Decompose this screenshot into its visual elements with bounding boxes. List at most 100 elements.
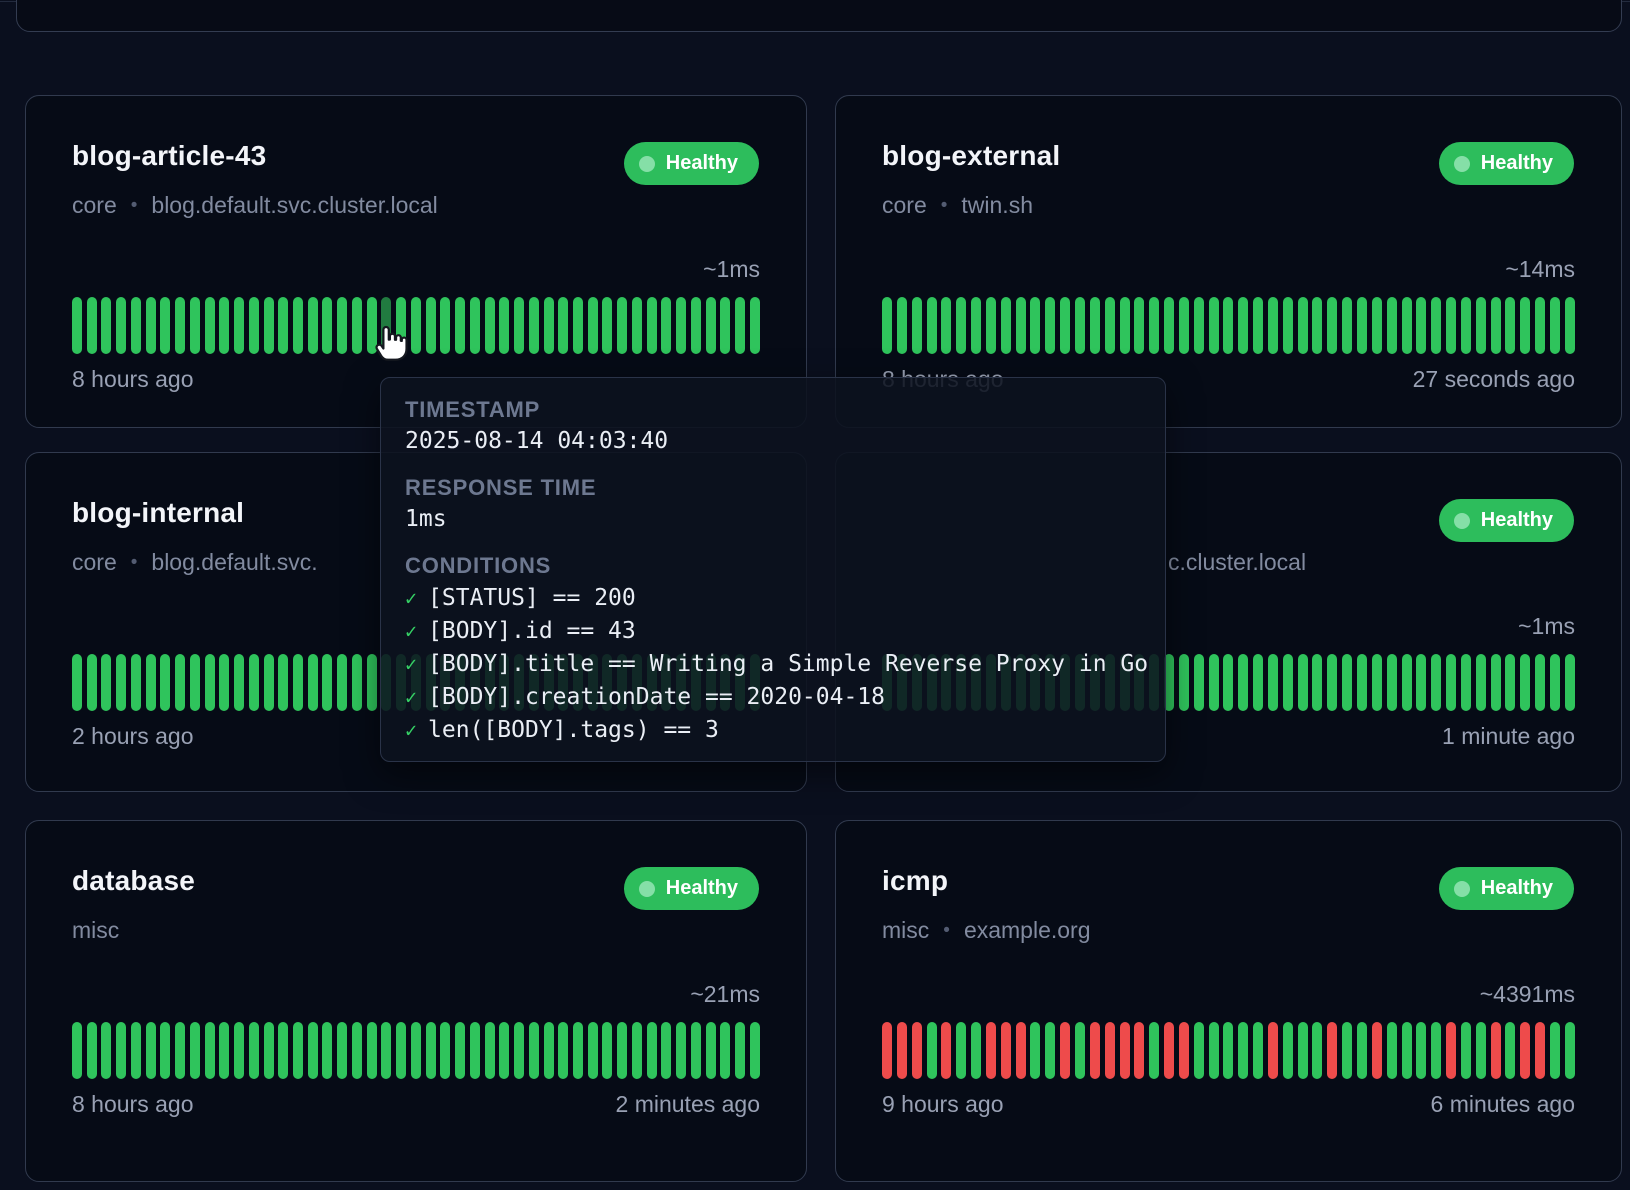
history-bar[interactable]	[308, 654, 318, 711]
history-bar[interactable]	[1060, 297, 1070, 354]
history-bar[interactable]	[455, 297, 465, 354]
history-bar[interactable]	[1045, 297, 1055, 354]
history-bar[interactable]	[1194, 1022, 1204, 1079]
history-bar[interactable]	[160, 654, 170, 711]
history-bar[interactable]	[735, 1022, 745, 1079]
history-bar[interactable]	[322, 1022, 332, 1079]
history-bar[interactable]	[1357, 1022, 1367, 1079]
history-bar[interactable]	[1268, 654, 1278, 711]
history-bar[interactable]	[308, 1022, 318, 1079]
history-bar[interactable]	[1268, 297, 1278, 354]
history-bar[interactable]	[1268, 1022, 1278, 1079]
history-bar[interactable]	[440, 1022, 450, 1079]
history-bar[interactable]	[293, 297, 303, 354]
history-bar[interactable]	[101, 297, 111, 354]
history-bar[interactable]	[1535, 654, 1545, 711]
history-bar[interactable]	[1327, 654, 1337, 711]
history-bar[interactable]	[308, 297, 318, 354]
history-bar[interactable]	[1016, 1022, 1026, 1079]
history-bar[interactable]	[706, 297, 716, 354]
history-bar[interactable]	[1372, 297, 1382, 354]
history-bar[interactable]	[927, 297, 937, 354]
history-bar[interactable]	[1030, 1022, 1040, 1079]
history-bar[interactable]	[367, 654, 377, 711]
history-bar[interactable]	[87, 297, 97, 354]
history-bar[interactable]	[1342, 1022, 1352, 1079]
history-bar[interactable]	[632, 1022, 642, 1079]
history-bar[interactable]	[1120, 297, 1130, 354]
history-bar[interactable]	[381, 1022, 391, 1079]
history-bar[interactable]	[1209, 654, 1219, 711]
history-bar[interactable]	[1045, 1022, 1055, 1079]
history-bar[interactable]	[1550, 297, 1560, 354]
history-bar[interactable]	[1223, 1022, 1233, 1079]
history-bar[interactable]	[1312, 1022, 1322, 1079]
history-bar[interactable]	[1402, 654, 1412, 711]
history-bar[interactable]	[1461, 654, 1471, 711]
history-bar[interactable]	[720, 297, 730, 354]
history-bar[interactable]	[1476, 1022, 1486, 1079]
history-bar[interactable]	[1164, 297, 1174, 354]
history-bar[interactable]	[131, 1022, 141, 1079]
history-bar[interactable]	[1134, 1022, 1144, 1079]
history-bar[interactable]	[411, 1022, 421, 1079]
history-bar[interactable]	[529, 297, 539, 354]
history-bar[interactable]	[1446, 297, 1456, 354]
history-bar[interactable]	[1520, 654, 1530, 711]
history-bar[interactable]	[1520, 1022, 1530, 1079]
history-bar[interactable]	[1298, 1022, 1308, 1079]
history-bar[interactable]	[647, 297, 657, 354]
history-bar[interactable]	[264, 297, 274, 354]
history-bar[interactable]	[1194, 297, 1204, 354]
history-bar[interactable]	[1223, 654, 1233, 711]
history-bar[interactable]	[1209, 297, 1219, 354]
history-bar[interactable]	[1505, 1022, 1515, 1079]
history-bar[interactable]	[205, 654, 215, 711]
history-bar[interactable]	[1431, 297, 1441, 354]
history-bar[interactable]	[426, 1022, 436, 1079]
history-bar[interactable]	[440, 297, 450, 354]
history-bar[interactable]	[1565, 654, 1575, 711]
history-bar[interactable]	[1535, 1022, 1545, 1079]
history-bar[interactable]	[1431, 654, 1441, 711]
history-bar[interactable]	[367, 1022, 377, 1079]
history-bar[interactable]	[411, 297, 421, 354]
history-bar[interactable]	[1001, 297, 1011, 354]
history-bar[interactable]	[1416, 654, 1426, 711]
history-bar[interactable]	[249, 1022, 259, 1079]
history-bar[interactable]	[1372, 1022, 1382, 1079]
history-bar[interactable]	[264, 1022, 274, 1079]
history-bar[interactable]	[1342, 654, 1352, 711]
history-bar[interactable]	[337, 1022, 347, 1079]
history-bar[interactable]	[190, 654, 200, 711]
history-bar[interactable]	[941, 1022, 951, 1079]
history-bar[interactable]	[544, 1022, 554, 1079]
history-bar[interactable]	[499, 297, 509, 354]
history-bar[interactable]	[101, 1022, 111, 1079]
history-bar[interactable]	[337, 654, 347, 711]
history-bar[interactable]	[602, 297, 612, 354]
history-bar[interactable]	[72, 654, 82, 711]
history-bar[interactable]	[1491, 297, 1501, 354]
history-bar[interactable]	[1312, 297, 1322, 354]
history-bar[interactable]	[1491, 654, 1501, 711]
history-bar[interactable]	[1075, 1022, 1085, 1079]
history-bar[interactable]	[1387, 1022, 1397, 1079]
history-bar[interactable]	[278, 654, 288, 711]
history-bar[interactable]	[1476, 297, 1486, 354]
history-bar[interactable]	[293, 1022, 303, 1079]
history-bar[interactable]	[1327, 297, 1337, 354]
history-bar[interactable]	[573, 1022, 583, 1079]
history-bar[interactable]	[470, 297, 480, 354]
history-bar[interactable]	[234, 1022, 244, 1079]
history-bar[interactable]	[249, 297, 259, 354]
history-bar[interactable]	[1505, 654, 1515, 711]
history-bar[interactable]	[485, 1022, 495, 1079]
history-bar[interactable]	[897, 1022, 907, 1079]
history-bar[interactable]	[1030, 297, 1040, 354]
history-bar[interactable]	[1327, 1022, 1337, 1079]
history-bar[interactable]	[986, 1022, 996, 1079]
history-bar[interactable]	[691, 1022, 701, 1079]
history-bar[interactable]	[882, 1022, 892, 1079]
history-bar[interactable]	[205, 297, 215, 354]
